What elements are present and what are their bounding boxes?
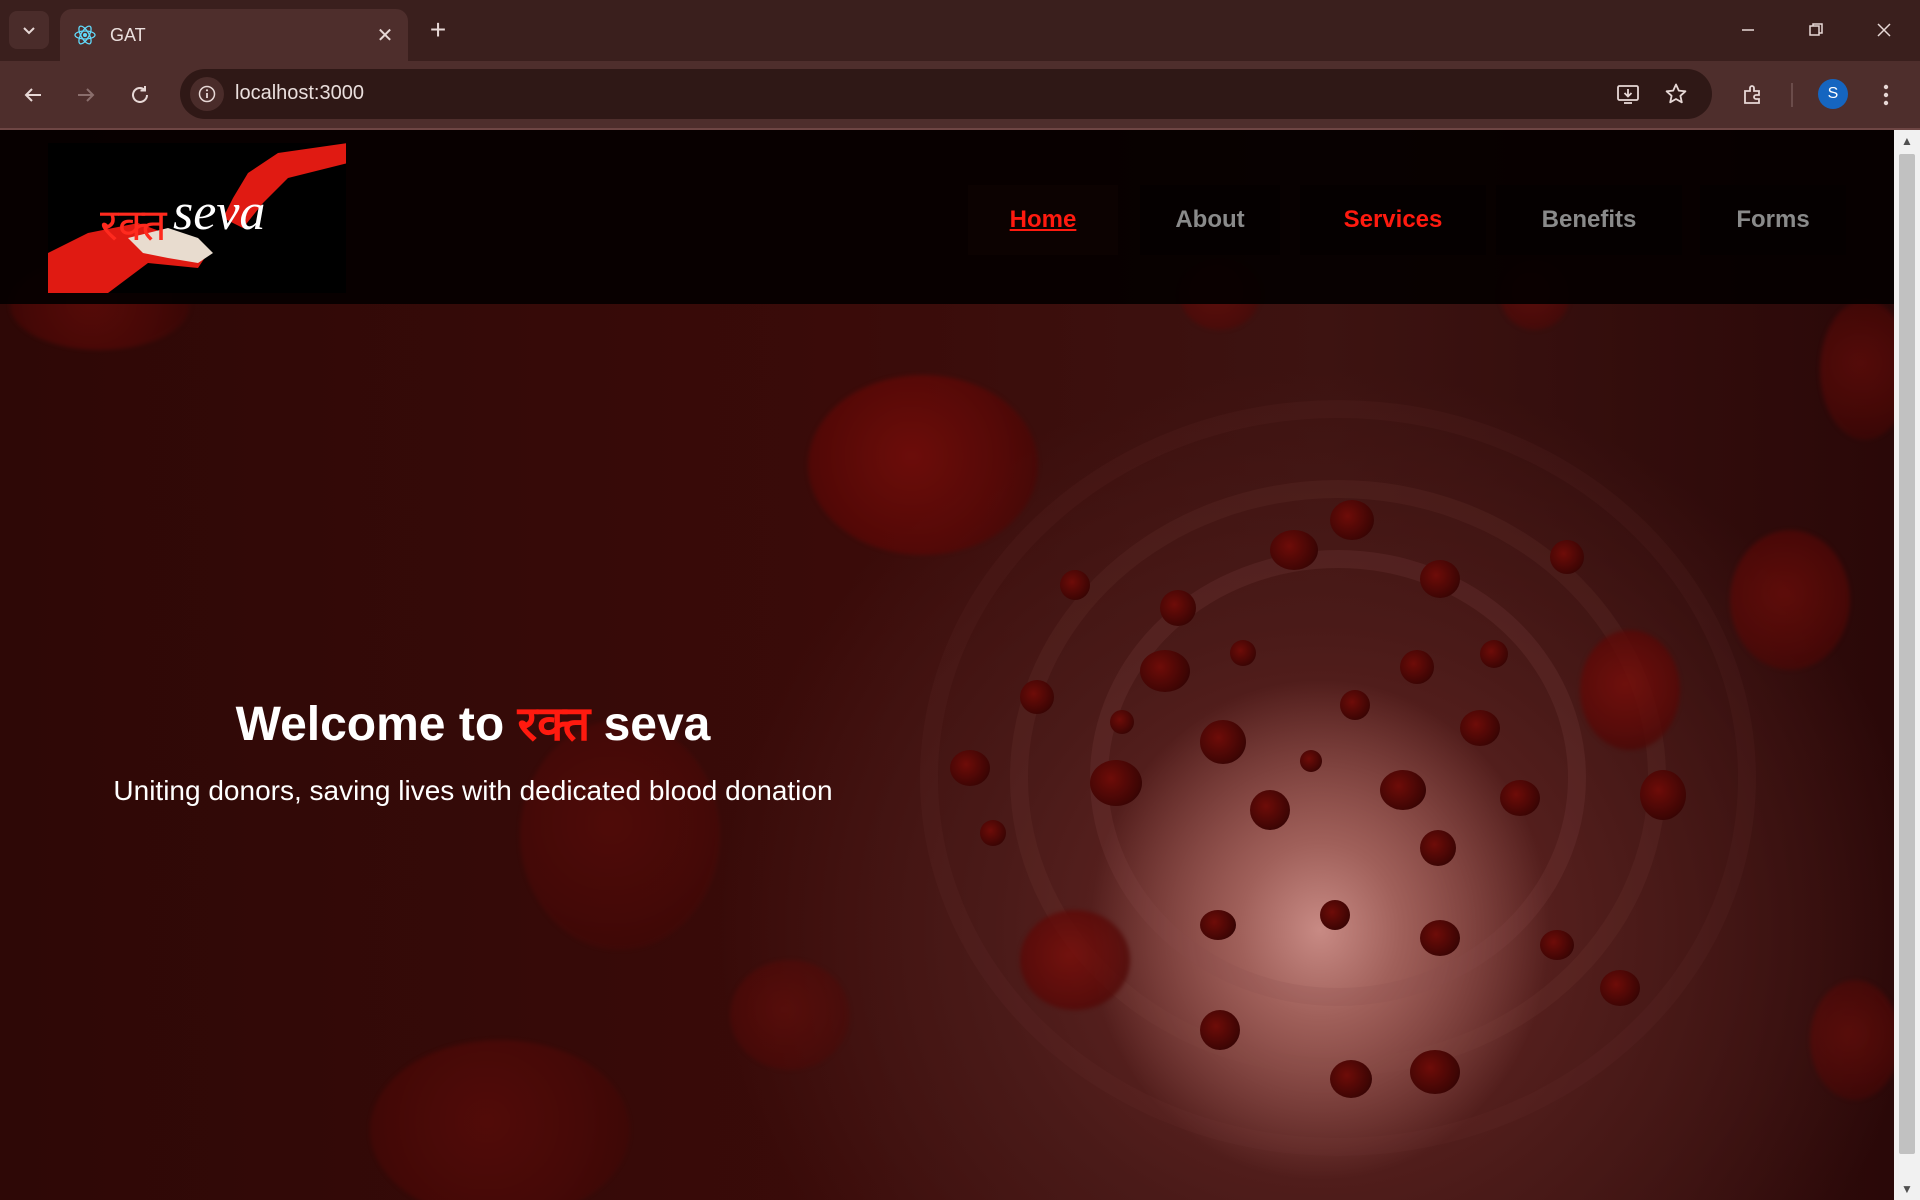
chevron-down-icon — [23, 27, 35, 35]
page-viewport: रक्त seva Home About Services Benefits F… — [0, 130, 1894, 1200]
toolbar-divider — [1791, 83, 1793, 107]
window-close-icon[interactable] — [1850, 0, 1918, 60]
profile-avatar[interactable]: S — [1818, 79, 1848, 109]
site-info-icon[interactable] — [190, 77, 224, 111]
tab-title: GAT — [110, 24, 146, 45]
browser-tab[interactable]: GAT ✕ — [60, 9, 408, 61]
page-scrollbar[interactable]: ▲ ▼ — [1894, 130, 1920, 1200]
site-logo[interactable]: रक्त seva — [48, 143, 346, 293]
logo-hindi-text: रक्त — [100, 200, 167, 251]
restore-icon[interactable] — [1782, 0, 1850, 60]
back-arrow-icon[interactable] — [13, 75, 53, 115]
react-favicon-icon — [72, 22, 98, 48]
new-tab-button[interactable]: + — [420, 12, 456, 48]
minimize-icon[interactable] — [1714, 0, 1782, 60]
browser-toolbar: localhost:3000 S — [0, 61, 1920, 129]
hero-title-accent: रक्त — [517, 696, 591, 752]
url-text: localhost:3000 — [235, 82, 364, 104]
site-header: रक्त seva Home About Services Benefits F… — [0, 130, 1894, 304]
hero-title-prefix: Welcome to — [235, 698, 505, 751]
more-menu-icon[interactable] — [1866, 75, 1906, 115]
hero-title: Welcome to रक्त seva — [0, 690, 946, 755]
browser-tab-strip: GAT ✕ + — [0, 0, 1920, 61]
address-bar[interactable]: localhost:3000 — [180, 69, 1712, 119]
hero-title-suffix: seva — [603, 698, 711, 751]
nav-about[interactable]: About — [1140, 185, 1280, 255]
forward-arrow-icon[interactable] — [66, 75, 106, 115]
nav-home[interactable]: Home — [968, 185, 1118, 255]
scroll-thumb[interactable] — [1899, 154, 1915, 1154]
nav-services[interactable]: Services — [1300, 185, 1486, 255]
nav-forms[interactable]: Forms — [1700, 185, 1846, 255]
logo-latin-text: seva — [173, 184, 266, 241]
bookmark-star-icon[interactable] — [1660, 78, 1692, 110]
extensions-icon[interactable] — [1733, 75, 1773, 115]
close-tab-icon[interactable]: ✕ — [372, 22, 398, 48]
scroll-down-icon[interactable]: ▼ — [1900, 1182, 1914, 1196]
hero-subtitle: Uniting donors, saving lives with dedica… — [113, 775, 833, 806]
install-app-icon[interactable] — [1612, 78, 1644, 110]
reload-icon[interactable] — [120, 75, 160, 115]
nav-benefits[interactable]: Benefits — [1496, 185, 1682, 255]
scroll-up-icon[interactable]: ▲ — [1900, 134, 1914, 148]
tab-search-button[interactable] — [9, 11, 49, 49]
